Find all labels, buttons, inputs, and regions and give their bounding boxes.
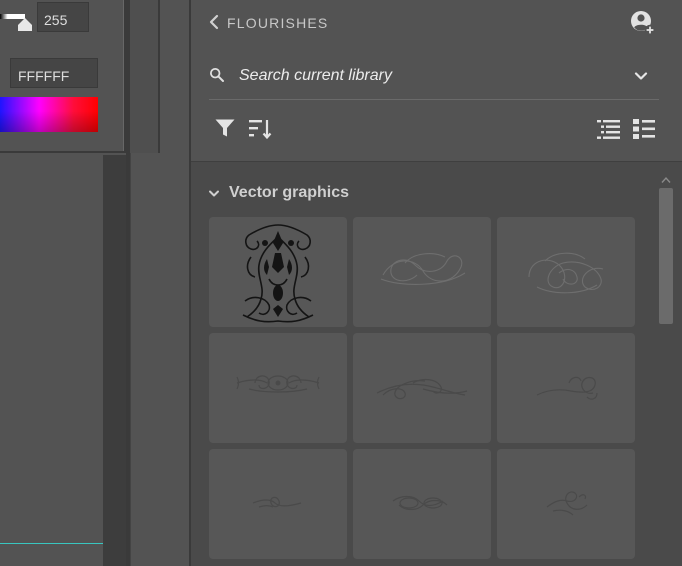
detail-view-icon[interactable] [631,117,657,141]
search-input[interactable] [239,64,619,88]
panel-gutter [126,0,160,153]
scrollbar[interactable] [657,168,675,566]
group-label: Vector graphics [229,184,350,201]
asset-tile-divider-scroll-centered[interactable] [209,333,347,443]
color-picker-panel [0,0,126,153]
guide-line [0,543,103,544]
flourish-knot-graphic [528,252,604,294]
asset-tile-flourish-knot-small[interactable] [497,449,635,559]
user-add-icon[interactable] [629,9,657,37]
list-view-icon[interactable] [596,117,622,141]
flourish-swash-graphic [376,378,468,400]
library-title: FLOURISHES [227,15,329,31]
scrollbar-thumb[interactable] [659,188,673,324]
asset-tile-flourish-swash-long[interactable] [353,333,491,443]
panel-dock-column [130,153,190,566]
flourish-curl-graphic [536,376,598,400]
library-content: Vector graphics [191,161,682,566]
asset-tile-flourish-loop-wide-faint[interactable] [353,217,491,327]
divider-scroll-graphic [236,375,320,393]
library-toolbar [191,110,682,150]
divider-double-loop-graphic [392,495,448,511]
libraries-panel: FLOURISHES Search current library Vector… [191,0,682,566]
search-icon [209,67,224,82]
filter-icon[interactable] [214,117,236,139]
chevron-left-icon[interactable] [208,14,220,30]
asset-tile-divider-small-loop[interactable] [209,449,347,559]
ornament-symmetric-graphic [242,224,314,323]
library-header: FLOURISHES [191,0,682,46]
asset-tile-flourish-knot-faint[interactable] [497,217,635,327]
asset-tile-ornament-symmetric-dark[interactable] [209,217,347,327]
chevron-down-icon[interactable] [633,68,649,84]
asset-tile-flourish-curl-right[interactable] [497,333,635,443]
brightness-slider-thumb[interactable] [18,18,32,31]
library-search [209,56,659,100]
hex-color-input[interactable] [10,58,98,88]
color-spectrum[interactable] [0,97,98,132]
divider-small-loop-graphic [252,496,302,508]
flourish-loop-graphic [380,253,466,285]
canvas-area [0,155,103,566]
flourish-knot-small-graphic [546,491,588,516]
sort-icon[interactable] [247,117,273,141]
asset-tile-divider-double-loop[interactable] [353,449,491,559]
color-value-input[interactable] [37,2,89,32]
chevron-down-icon[interactable] [208,188,220,200]
scroll-up-arrow-icon[interactable] [661,176,671,184]
